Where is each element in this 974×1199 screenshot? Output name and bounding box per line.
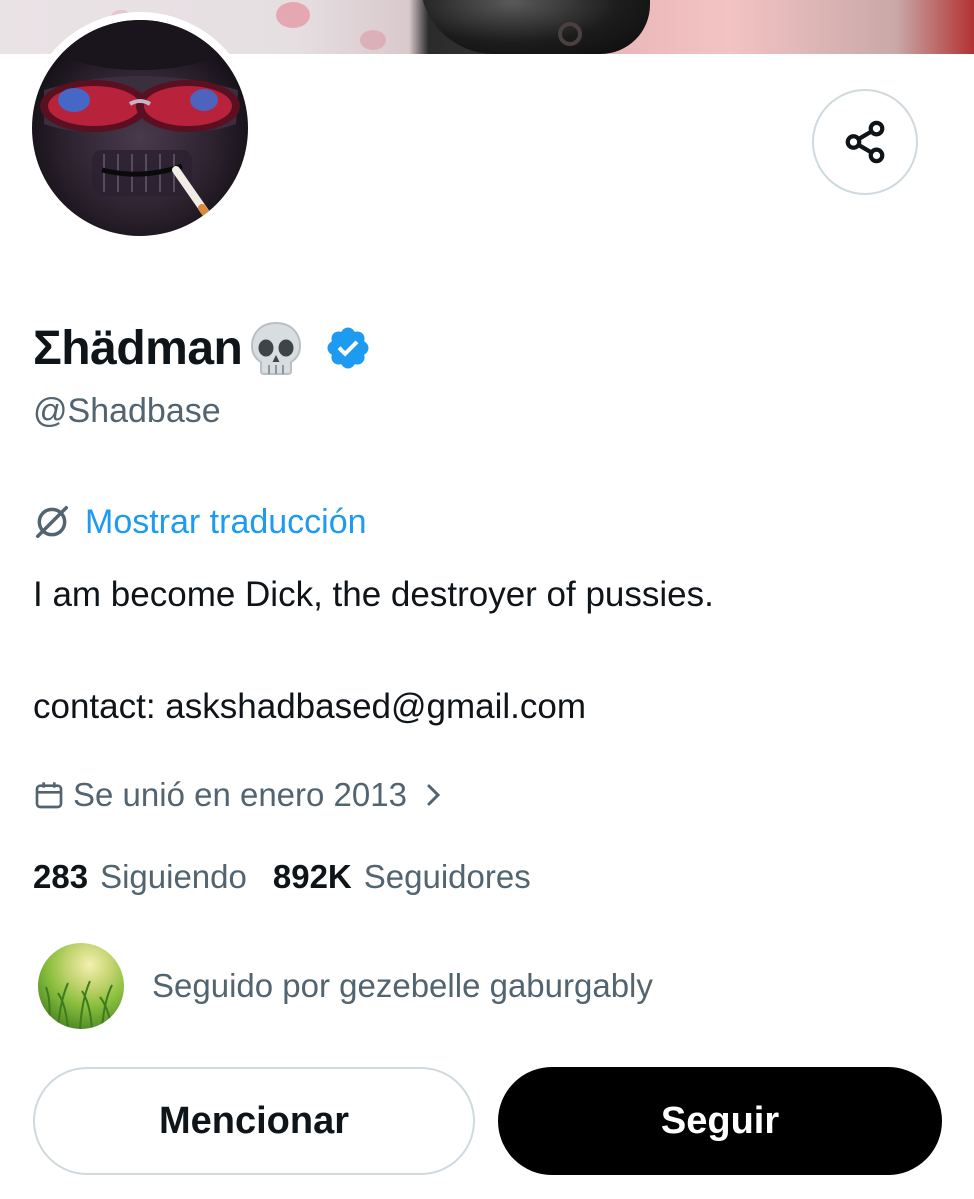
profile-contact: contact: askshadbased@gmail.com (33, 687, 587, 726)
banner-flower (360, 30, 386, 50)
banner-leather-shape (420, 0, 650, 54)
display-name: Σhädman (33, 321, 243, 375)
joined-date-row[interactable]: Se unió en enero 2013 (33, 772, 443, 818)
share-icon (845, 120, 885, 164)
chevron-right-icon (425, 782, 443, 808)
follow-stats: 283 Siguiendo 892K Seguidores (33, 858, 531, 896)
verified-badge-icon[interactable] (324, 324, 372, 372)
share-button[interactable] (812, 89, 918, 195)
followed-by-text: Seguido por gezebelle gaburgably (152, 967, 653, 1004)
profile-avatar-frame (24, 12, 256, 244)
calendar-icon (35, 782, 63, 809)
following-count[interactable]: 283 (33, 858, 88, 896)
profile-avatar[interactable] (32, 20, 248, 236)
following-label[interactable]: Siguiendo (100, 858, 247, 896)
joined-date: Se unió en enero 2013 (73, 776, 407, 813)
translate-icon (36, 506, 68, 538)
grass-image (45, 980, 113, 1029)
user-handle: @Shadbase (33, 392, 221, 430)
skull-icon (248, 319, 304, 377)
follow-button[interactable]: Seguir (498, 1067, 942, 1175)
banner-ring-shape (558, 22, 582, 46)
banner-flower (276, 2, 310, 28)
followed-by-row[interactable]: Seguido por gezebelle gaburgably (38, 943, 653, 1029)
mention-button[interactable]: Mencionar (33, 1067, 475, 1175)
show-translation-link[interactable]: Mostrar traducción (85, 503, 367, 542)
mutual-follower-avatar[interactable] (38, 943, 124, 1029)
name-row: Σhädman (33, 316, 372, 380)
followers-label[interactable]: Seguidores (364, 858, 531, 896)
followers-count[interactable]: 892K (273, 858, 352, 896)
avatar-illustration (40, 20, 240, 222)
profile-bio: I am become Dick, the destroyer of pussi… (33, 575, 714, 614)
translate-row[interactable]: Mostrar traducción (33, 500, 367, 544)
